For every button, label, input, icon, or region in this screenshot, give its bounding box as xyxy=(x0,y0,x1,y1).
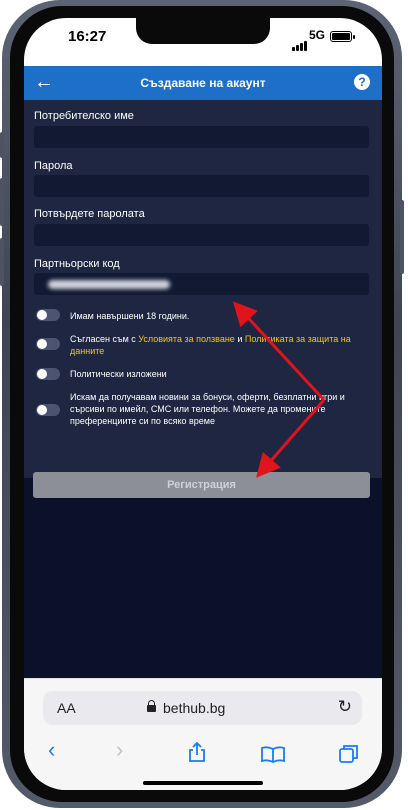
bookmarks-icon[interactable] xyxy=(260,745,286,763)
battery-icon xyxy=(330,31,355,42)
share-icon[interactable] xyxy=(186,741,208,763)
annotation-arrows xyxy=(232,301,326,478)
volume-up-button xyxy=(0,178,4,226)
network-type: 5G xyxy=(309,28,326,42)
forward-icon[interactable]: › xyxy=(116,737,123,763)
reload-icon[interactable]: ↻ xyxy=(338,697,352,717)
signal-icon xyxy=(292,33,308,51)
address-bar[interactable]: AA bethub.bg ↻ xyxy=(43,691,362,725)
annotation-arrow-up xyxy=(232,301,326,402)
url-text[interactable]: bethub.bg xyxy=(163,700,225,716)
side-button xyxy=(400,200,404,274)
safari-toolbar: AA bethub.bg ↻ ‹ › xyxy=(24,678,382,790)
home-indicator xyxy=(143,781,263,785)
camera-notch xyxy=(136,18,270,44)
phone-frame: 16:27 5G ← Създаване на акаунт ? Потреби… xyxy=(0,0,404,808)
annotation-arrow-down xyxy=(256,399,326,478)
lock-icon xyxy=(147,700,156,712)
app-content: ← Създаване на акаунт ? Потребителско им… xyxy=(24,66,382,678)
screen: 16:27 5G ← Създаване на акаунт ? Потреби… xyxy=(24,18,382,790)
mute-switch xyxy=(0,132,4,158)
back-icon[interactable]: ‹ xyxy=(48,737,55,763)
volume-down-button xyxy=(0,238,4,286)
reader-settings-button[interactable]: AA xyxy=(57,700,76,716)
tabs-icon[interactable] xyxy=(338,743,360,765)
status-time: 16:27 xyxy=(68,28,107,45)
